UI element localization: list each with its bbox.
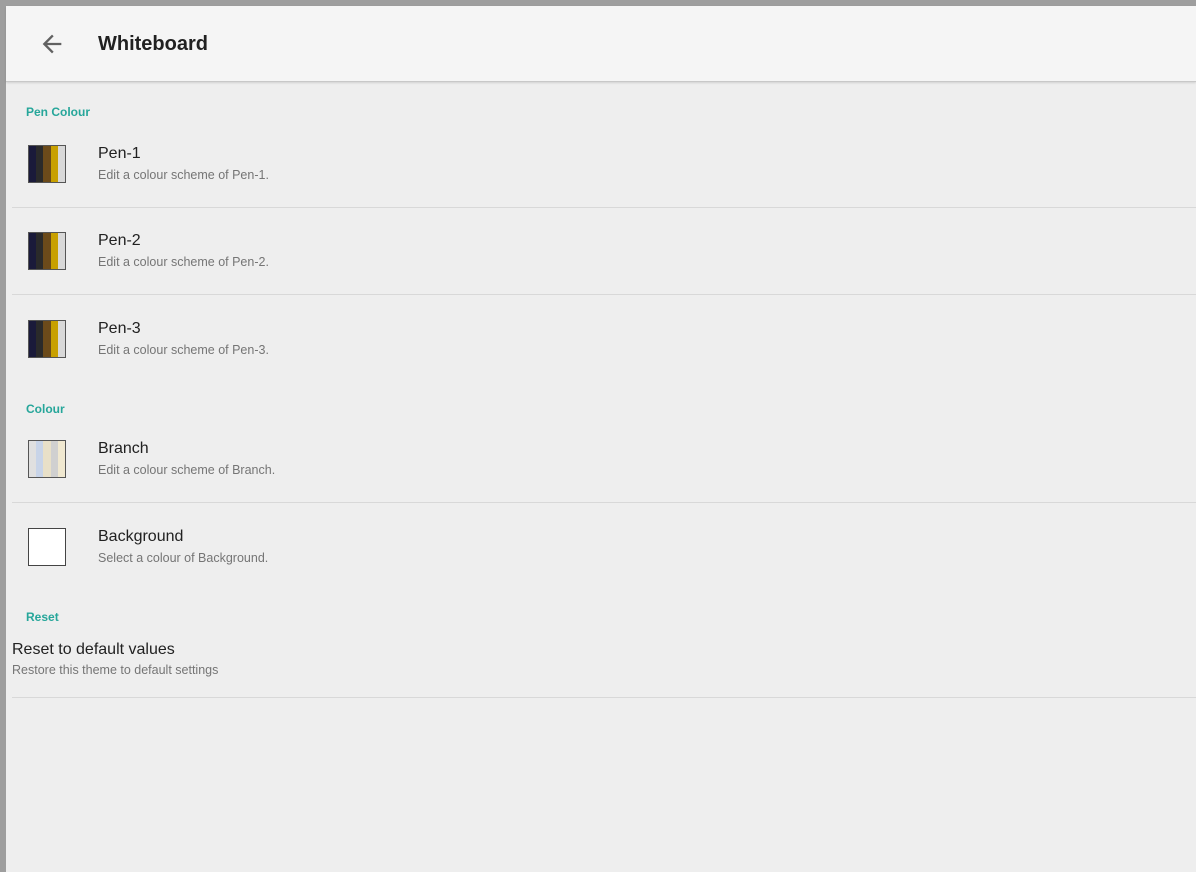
arrow-left-icon	[42, 34, 62, 54]
reset-text: Reset to default values Restore this the…	[12, 640, 218, 679]
pen-3-subtitle: Edit a colour scheme of Pen-3.	[98, 342, 269, 357]
pen-swatch-icon	[28, 319, 66, 358]
app-bar: Whiteboard	[6, 6, 1196, 82]
back-button[interactable]	[32, 24, 72, 64]
pen-3-text: Pen-3 Edit a colour scheme of Pen-3.	[98, 319, 269, 359]
section-header-colour: Colour	[26, 402, 65, 416]
pen-swatch-icon	[28, 232, 66, 270]
pen-2-title: Pen-2	[98, 232, 141, 249]
branch-item[interactable]: Branch Edit a colour scheme of Branch.	[12, 416, 1196, 503]
background-text: Background Select a colour of Background…	[98, 527, 268, 567]
pen-1-subtitle: Edit a colour scheme of Pen-1.	[98, 168, 269, 182]
background-subtitle: Select a colour of Background.	[98, 550, 269, 565]
pen-1-title: Pen-1	[98, 145, 141, 162]
pen-swatch-icon	[28, 145, 66, 183]
background-title: Background	[98, 527, 184, 545]
reset-subtitle: Restore this theme to default settings	[12, 663, 219, 677]
pen-1-text: Pen-1 Edit a colour scheme of Pen-1.	[98, 144, 269, 184]
settings-list: Pen Colour Pen-1 Edit a colour scheme of…	[6, 83, 1196, 872]
pen-1-item[interactable]: Pen-1 Edit a colour scheme of Pen-1.	[12, 121, 1196, 208]
pen-2-text: Pen-2 Edit a colour scheme of Pen-2.	[98, 231, 269, 271]
branch-text: Branch Edit a colour scheme of Branch.	[98, 439, 275, 479]
section-header-reset: Reset	[26, 610, 59, 624]
page-title: Whiteboard	[98, 32, 208, 55]
pen-3-title: Pen-3	[98, 319, 141, 337]
window-frame: Whiteboard Pen Colour Pen-1 Edit a colou…	[0, 0, 1196, 872]
section-header-pen-colour: Pen Colour	[26, 105, 91, 119]
branch-swatch-icon	[28, 440, 66, 478]
branch-title: Branch	[98, 440, 149, 457]
pen-2-item[interactable]: Pen-2 Edit a colour scheme of Pen-2.	[12, 208, 1196, 295]
background-item[interactable]: Background Select a colour of Background…	[12, 503, 1196, 590]
pen-3-item[interactable]: Pen-3 Edit a colour scheme of Pen-3.	[12, 295, 1196, 382]
branch-subtitle: Edit a colour scheme of Branch.	[98, 463, 276, 477]
background-swatch-icon	[28, 527, 66, 566]
reset-title: Reset to default values	[12, 641, 175, 658]
pen-2-subtitle: Edit a colour scheme of Pen-2.	[98, 255, 269, 269]
reset-defaults-item[interactable]: Reset to default values Restore this the…	[12, 624, 1196, 698]
